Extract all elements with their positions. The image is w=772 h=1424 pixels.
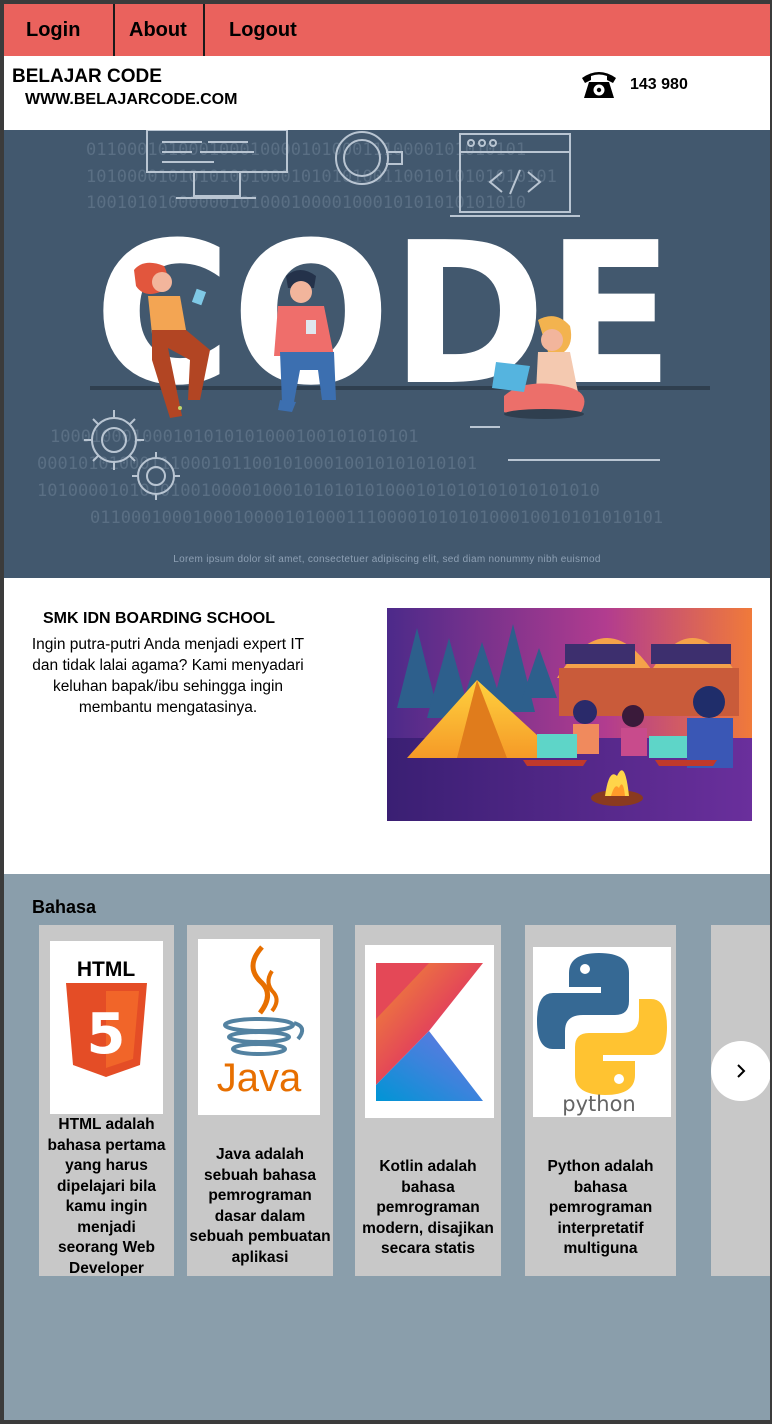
site-header: BELAJAR CODE WWW.BELAJARCODE.COM 143 980: [4, 56, 770, 130]
chevron-right-icon: [737, 1064, 746, 1078]
card-description: HTML adalah bahasa pertama yang harus di…: [47, 1116, 166, 1276]
school-section: SMK IDN BOARDING SCHOOL Ingin putra-putr…: [4, 578, 770, 874]
top-nav: Login About Logout: [4, 4, 770, 56]
svg-text:HTML: HTML: [77, 958, 135, 981]
language-card-java[interactable]: Java Java adalah sebuah bahasa pemrogram…: [187, 925, 333, 1276]
brand-url[interactable]: WWW.BELAJARCODE.COM: [25, 91, 237, 109]
html5-logo: HTML 5: [50, 941, 163, 1114]
phone-number: 143 980: [630, 76, 688, 93]
svg-text:5: 5: [87, 1002, 126, 1067]
code-illustration: CODE: [84, 130, 710, 500]
card-description: Kotlin adalah bahasa pemrograman modern,…: [362, 1158, 494, 1257]
card-description: Java adalah sebuah bahasa pemrograman da…: [189, 1146, 331, 1266]
brand-title[interactable]: BELAJAR CODE: [12, 66, 162, 88]
telephone-icon: [582, 72, 616, 98]
languages-title: Bahasa: [32, 897, 97, 917]
python-logo: python: [533, 947, 671, 1117]
kotlin-logo: [365, 945, 494, 1118]
language-card-kotlin[interactable]: Kotlin adalah bahasa pemrograman modern,…: [355, 925, 501, 1276]
hero-caption: Lorem ipsum dolor sit amet, consectetuer…: [173, 554, 601, 565]
svg-text:Java: Java: [217, 1056, 302, 1100]
svg-text:python: python: [562, 1092, 635, 1116]
card-description: Python adalah bahasa pemrograman interpr…: [547, 1158, 654, 1257]
java-logo: Java: [198, 939, 320, 1115]
camping-illustration: [387, 608, 752, 821]
nav-logout-link[interactable]: Logout: [205, 4, 297, 56]
carousel-next-button[interactable]: [711, 1041, 770, 1101]
page: Login About Logout BELAJAR CODE WWW.BELA…: [4, 4, 770, 1420]
school-title: SMK IDN BOARDING SCHOOL: [43, 610, 275, 627]
language-card-html[interactable]: HTML 5 HTML adalah bahasa pertama yang h…: [39, 925, 174, 1276]
language-card-python[interactable]: python Python adalah bahasa pemrograman …: [525, 925, 676, 1276]
nav-login-link[interactable]: Login: [4, 4, 113, 56]
school-description: Ingin putra-putri Anda menjadi expert IT…: [31, 636, 305, 716]
nav-about-link[interactable]: About: [115, 4, 203, 56]
hero-banner: 0110001010001000100001010001110000101010…: [4, 130, 770, 578]
